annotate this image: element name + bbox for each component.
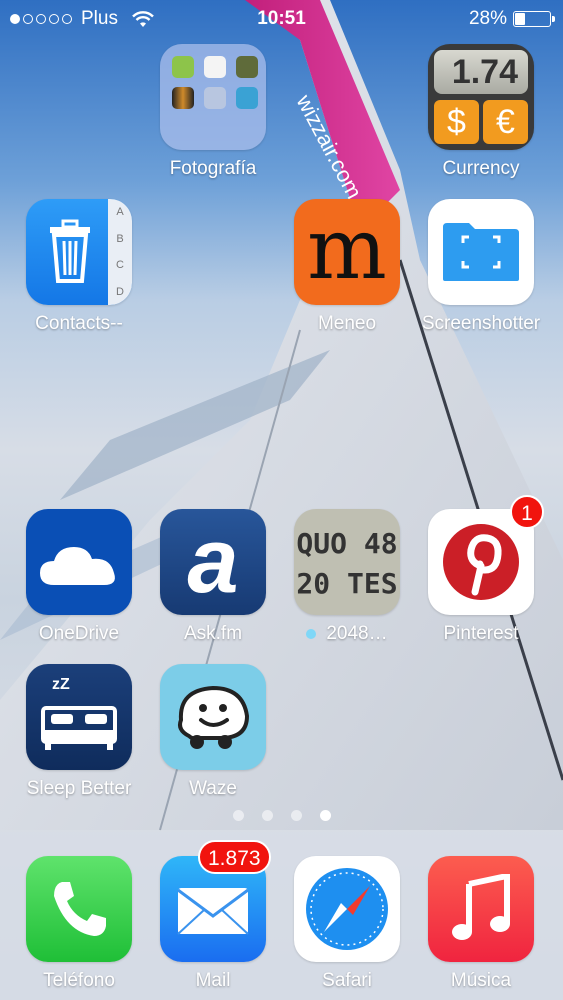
app-label: Pinterest: [443, 623, 519, 644]
askfm-glyph: a: [187, 510, 239, 612]
app-label: Meneo: [317, 313, 377, 334]
askfm-icon: a: [160, 509, 266, 615]
contacts-tab: C: [116, 259, 124, 272]
app-screenshotter[interactable]: Screenshotter: [414, 199, 548, 335]
folder-icon: [160, 44, 266, 150]
app-label: Screenshotter: [421, 313, 541, 334]
sleep-better-icon: zZ: [26, 664, 132, 770]
contacts-tab: A: [116, 206, 124, 219]
contacts-tab: B: [116, 232, 124, 245]
bed-icon: [41, 706, 117, 750]
app-label: Waze: [189, 778, 237, 799]
game-2048-icon: QUO 48 20 TES: [294, 509, 400, 615]
icon-line2: 20 TES: [296, 567, 398, 600]
phone-icon: [26, 856, 132, 962]
page-indicator[interactable]: [0, 810, 563, 821]
contacts-trash-icon: A B C D: [26, 199, 132, 305]
dock-telefono[interactable]: Teléfono: [12, 856, 146, 992]
app-label-wrap: 2048…: [280, 623, 414, 645]
dock-safari[interactable]: Safari: [280, 856, 414, 992]
currency-icon: 1.74 $ €: [428, 44, 534, 150]
cloud-icon: [40, 547, 115, 585]
app-onedrive[interactable]: OneDrive: [12, 509, 146, 645]
music-icon: [428, 856, 534, 962]
battery-icon: [513, 11, 555, 27]
app-sleep-better[interactable]: zZ Sleep Better: [12, 664, 146, 800]
app-label: Fotografía: [169, 158, 257, 179]
dock-musica[interactable]: Música: [414, 856, 548, 992]
folder-capture-icon: [443, 223, 519, 281]
app-label: Contacts--: [35, 313, 123, 334]
onedrive-icon: [26, 509, 132, 615]
app-label: Música: [450, 970, 512, 991]
app-label: Teléfono: [43, 970, 115, 991]
folder-fotografia[interactable]: Fotografía: [146, 44, 280, 180]
compass-icon: [306, 868, 388, 950]
euro-symbol: €: [483, 100, 528, 144]
app-label: 2048…: [326, 623, 388, 644]
safari-icon: [294, 856, 400, 962]
meneo-icon: m: [294, 199, 400, 305]
screenshotter-icon: [428, 199, 534, 305]
contacts-tab: D: [116, 285, 124, 298]
dock-mail[interactable]: 1.873 Mail: [146, 840, 280, 992]
battery-status: 28%: [468, 8, 555, 30]
app-label: OneDrive: [38, 623, 120, 644]
app-contacts[interactable]: A B C D Contacts--: [12, 199, 146, 335]
meneo-glyph: m: [307, 200, 387, 298]
zz-text: zZ: [52, 676, 70, 693]
app-pinterest[interactable]: 1 Pinterest: [414, 495, 548, 645]
app-waze[interactable]: Waze: [146, 664, 280, 800]
app-label: Sleep Better: [26, 778, 132, 799]
page-dot[interactable]: [261, 810, 273, 821]
app-label: Ask.fm: [183, 623, 243, 644]
battery-percent: 28%: [468, 8, 507, 29]
app-2048[interactable]: QUO 48 20 TES 2048…: [280, 509, 414, 645]
wing-text: wizzair.com: [291, 90, 367, 203]
music-note-icon: [452, 874, 510, 940]
app-label: Mail: [195, 970, 231, 991]
waze-face-icon: [178, 685, 250, 749]
app-label: Currency: [442, 158, 520, 179]
app-currency[interactable]: 1.74 $ € Currency: [414, 44, 548, 180]
notification-badge: 1: [510, 495, 544, 529]
app-label: Safari: [322, 970, 372, 991]
icon-line1: QUO 48: [296, 527, 398, 560]
app-meneo[interactable]: m Meneo: [280, 199, 414, 335]
page-dot[interactable]: [232, 810, 244, 821]
currency-display: 1.74: [434, 50, 528, 94]
page-dot[interactable]: [290, 810, 302, 821]
pinterest-logo-icon: [443, 524, 519, 600]
envelope-icon: [177, 888, 249, 935]
new-app-dot: [306, 628, 317, 639]
status-bar: Plus 10:51 28%: [0, 0, 563, 36]
app-askfm[interactable]: a Ask.fm: [146, 509, 280, 645]
page-dot-current[interactable]: [319, 810, 331, 821]
trash-icon: [50, 219, 90, 283]
notification-badge: 1.873: [198, 840, 271, 874]
handset-icon: [54, 882, 106, 936]
waze-icon: [160, 664, 266, 770]
dollar-symbol: $: [434, 100, 479, 144]
